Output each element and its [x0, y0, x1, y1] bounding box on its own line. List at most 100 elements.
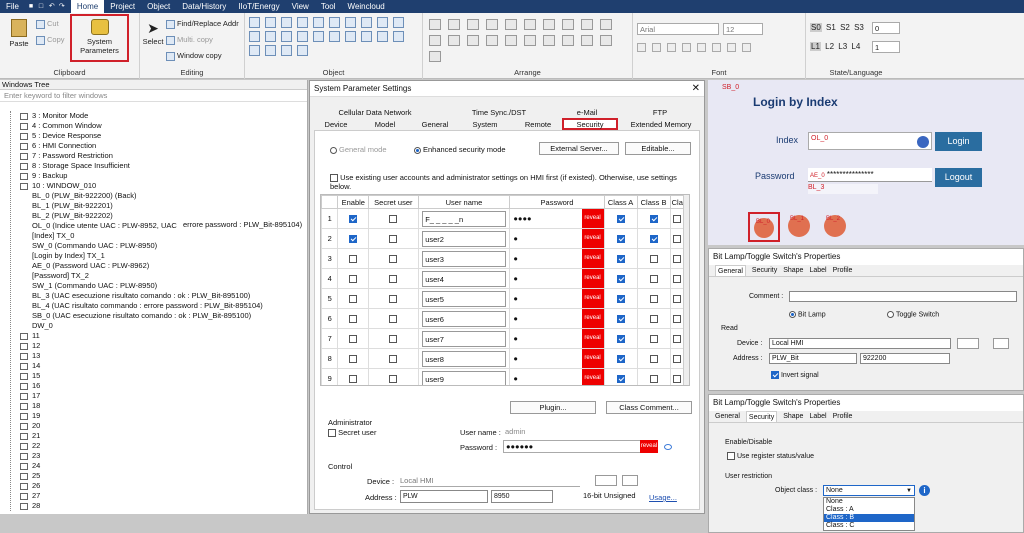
font-style-icon[interactable] [697, 43, 706, 52]
object-tool-icon[interactable] [249, 45, 260, 56]
object-tool-icon[interactable] [361, 17, 372, 28]
password-input[interactable]: ● [510, 254, 518, 263]
tab-general[interactable]: General [715, 265, 746, 276]
reveal-button[interactable]: reveal [581, 309, 604, 328]
class-a-checkbox[interactable] [616, 335, 625, 343]
class-c-checkbox[interactable] [673, 215, 682, 223]
enable-checkbox[interactable] [349, 275, 358, 283]
tab-time-sync-dst[interactable]: Time Sync./DST [456, 108, 542, 117]
secret-user-checkbox[interactable] [389, 215, 398, 223]
object-tool-icon[interactable] [249, 31, 260, 42]
object-tool-icon[interactable] [281, 45, 292, 56]
arrange-tool-icon[interactable] [581, 19, 593, 30]
font-style-icon[interactable] [637, 43, 646, 52]
object-tool-icon[interactable] [329, 17, 340, 28]
info-icon[interactable]: i [919, 485, 930, 496]
comment-input[interactable] [789, 291, 1017, 302]
font-style-icon[interactable] [712, 43, 721, 52]
tree-item[interactable]: BL_4 (UAC risultato commando : errore pa… [0, 301, 308, 311]
object-class-option[interactable]: Class : B [824, 514, 914, 522]
class-a-checkbox[interactable] [616, 215, 625, 223]
tree-item[interactable]: BL_3 (UAC esecuzione risultato comando :… [0, 291, 308, 301]
invert-signal-checkbox[interactable]: Invert signal [771, 371, 819, 379]
menu-object[interactable]: Object [141, 0, 176, 13]
tree-item[interactable]: 27 [0, 491, 308, 501]
editable-button[interactable]: Editable... [625, 142, 691, 155]
secret-user-checkbox[interactable] [389, 255, 398, 263]
arrange-tool-icon[interactable] [429, 35, 441, 46]
arrange-tool-icon[interactable] [486, 19, 498, 30]
class-a-checkbox[interactable] [616, 295, 625, 303]
tree-item[interactable]: BL_1 (PLW_Bit-922201) [0, 201, 308, 211]
password-input[interactable]: ● [510, 314, 518, 323]
font-family-select[interactable]: Arial [637, 23, 719, 35]
menu-file[interactable]: File [0, 0, 25, 13]
user-name-input[interactable]: user3 [422, 250, 506, 267]
object-tool-icon[interactable] [377, 31, 388, 42]
object-tool-icon[interactable] [297, 31, 308, 42]
enable-checkbox[interactable] [349, 235, 358, 243]
enable-checkbox[interactable] [349, 315, 358, 323]
tree-item[interactable]: [Index] TX_0 [0, 231, 308, 241]
tree-item[interactable]: 21 [0, 431, 308, 441]
general-mode-radio[interactable]: General mode [330, 145, 387, 154]
tree-item[interactable]: 8 : Storage Space Insufficient [0, 161, 308, 171]
control-address-input[interactable]: 8950 [491, 490, 553, 503]
enable-checkbox[interactable] [349, 295, 358, 303]
arrange-tool-icon[interactable] [429, 19, 441, 30]
password-input[interactable]: ● [510, 334, 518, 343]
tree-item[interactable]: 9 : Backup [0, 171, 308, 181]
class-b-checkbox[interactable] [649, 375, 658, 383]
password-input[interactable]: ● [510, 274, 518, 283]
arrange-tool-icon[interactable] [581, 35, 593, 46]
windows-filter-input[interactable]: Enter keyword to filter windows [0, 90, 307, 102]
enable-checkbox[interactable] [349, 255, 358, 263]
tree-item[interactable]: [Login by Index] TX_1 [0, 251, 308, 261]
admin-password-field[interactable]: ●●●●●● [503, 440, 653, 453]
usage-link[interactable]: Usage... [649, 493, 677, 502]
arrange-tool-icon[interactable] [448, 19, 460, 30]
tab-label[interactable]: Label [809, 265, 826, 276]
reveal-button[interactable]: reveal [581, 289, 604, 308]
tab-cellular-data-network[interactable]: Cellular Data Network [332, 108, 418, 117]
tree-item[interactable]: 23 [0, 451, 308, 461]
language-value[interactable]: 1 [872, 41, 900, 53]
menu-home[interactable]: Home [70, 0, 105, 13]
tree-item[interactable]: 17 [0, 391, 308, 401]
class-a-checkbox[interactable] [616, 255, 625, 263]
menu-weincloud[interactable]: Weincloud [342, 0, 391, 13]
class-b-checkbox[interactable] [649, 315, 658, 323]
admin-secret-checkbox[interactable]: Secret user [328, 428, 376, 438]
control-device-select[interactable]: Local HMI [400, 475, 580, 487]
object-class-option[interactable]: Class : C [824, 522, 914, 530]
device-settings-icon[interactable] [957, 338, 979, 349]
tree-item[interactable]: 20 [0, 421, 308, 431]
arrange-tool-icon[interactable] [562, 19, 574, 30]
object-tool-icon[interactable] [265, 17, 276, 28]
secret-user-checkbox[interactable] [389, 335, 398, 343]
arrange-tool-icon[interactable] [429, 51, 441, 62]
arrange-tool-icon[interactable] [524, 19, 536, 30]
state-s0[interactable]: S0 [810, 23, 822, 32]
class-a-checkbox[interactable] [616, 355, 625, 363]
tree-item[interactable]: 5 : Device Response [0, 131, 308, 141]
object-class-option[interactable]: Class : A [824, 506, 914, 514]
enhanced-mode-radio[interactable]: Enhanced security mode [414, 145, 506, 154]
multi-copy-button[interactable]: Multi. copy [166, 35, 213, 45]
user-name-input[interactable]: user7 [422, 330, 506, 347]
menu-iiot-energy[interactable]: IIoT/Energy [232, 0, 285, 13]
font-size-select[interactable]: 12 [723, 23, 763, 35]
menu-view[interactable]: View [286, 0, 315, 13]
enable-checkbox[interactable] [349, 335, 358, 343]
eye-icon[interactable] [664, 443, 672, 452]
use-existing-checkbox[interactable]: Use existing user accounts and administr… [330, 173, 695, 191]
arrange-tool-icon[interactable] [524, 35, 536, 46]
reveal-button[interactable]: reveal [581, 329, 604, 348]
admin-reveal-button[interactable]: reveal [640, 440, 658, 453]
lang-l3[interactable]: L3 [838, 42, 847, 51]
class-a-checkbox[interactable] [616, 275, 625, 283]
use-register-checkbox[interactable]: Use register status/value [727, 452, 814, 460]
user-name-input[interactable]: user2 [422, 230, 506, 247]
tree-item[interactable]: 13 [0, 351, 308, 361]
tab-general[interactable]: General [715, 411, 740, 422]
